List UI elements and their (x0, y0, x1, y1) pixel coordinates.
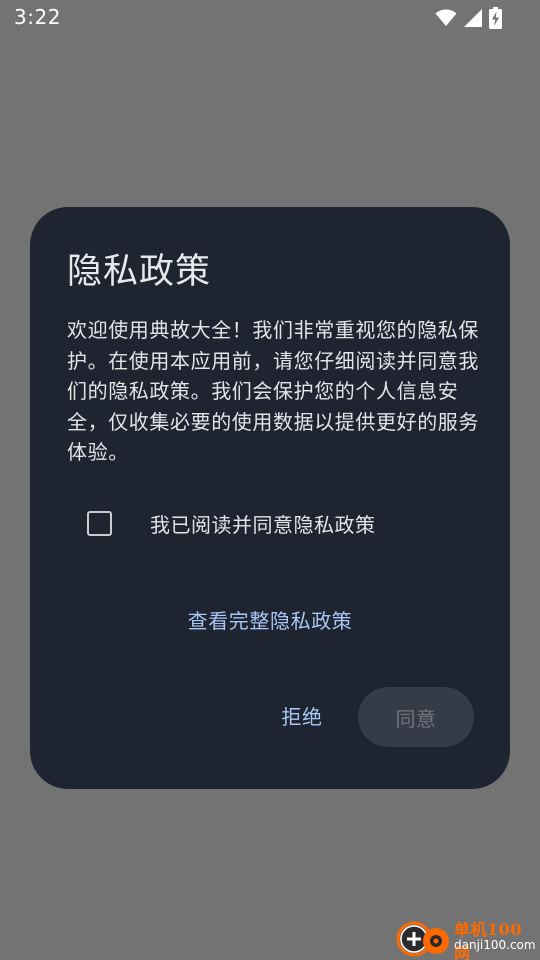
cellular-signal-icon (463, 8, 483, 28)
dialog-title: 隐私政策 (67, 252, 212, 292)
status-bar: 3:22 (0, 0, 540, 36)
battery-charging-icon (489, 7, 502, 29)
dialog-body-text: 欢迎使用典故大全！我们非常重视您的隐私保护。在使用本应用前，请您仔细阅读并同意我… (67, 318, 479, 464)
watermark: 单机100网 danji100.com (388, 914, 538, 960)
agree-button[interactable]: 同意 (358, 687, 474, 747)
reject-button[interactable]: 拒绝 (268, 687, 336, 747)
status-icons (435, 7, 502, 29)
wifi-icon (435, 9, 457, 27)
consent-checkbox[interactable] (87, 511, 112, 536)
consent-checkbox-label: 我已阅读并同意隐私政策 (150, 513, 376, 537)
consent-checkbox-row[interactable]: 我已阅读并同意隐私政策 (87, 509, 376, 538)
watermark-logo-icon (394, 918, 452, 958)
watermark-domain: danji100.com (454, 938, 536, 952)
view-full-policy-link[interactable]: 查看完整隐私政策 (30, 605, 510, 634)
privacy-policy-dialog: 隐私政策 欢迎使用典故大全！我们非常重视您的隐私保护。在使用本应用前，请您仔细阅… (30, 207, 510, 789)
status-time: 3:22 (14, 5, 61, 29)
